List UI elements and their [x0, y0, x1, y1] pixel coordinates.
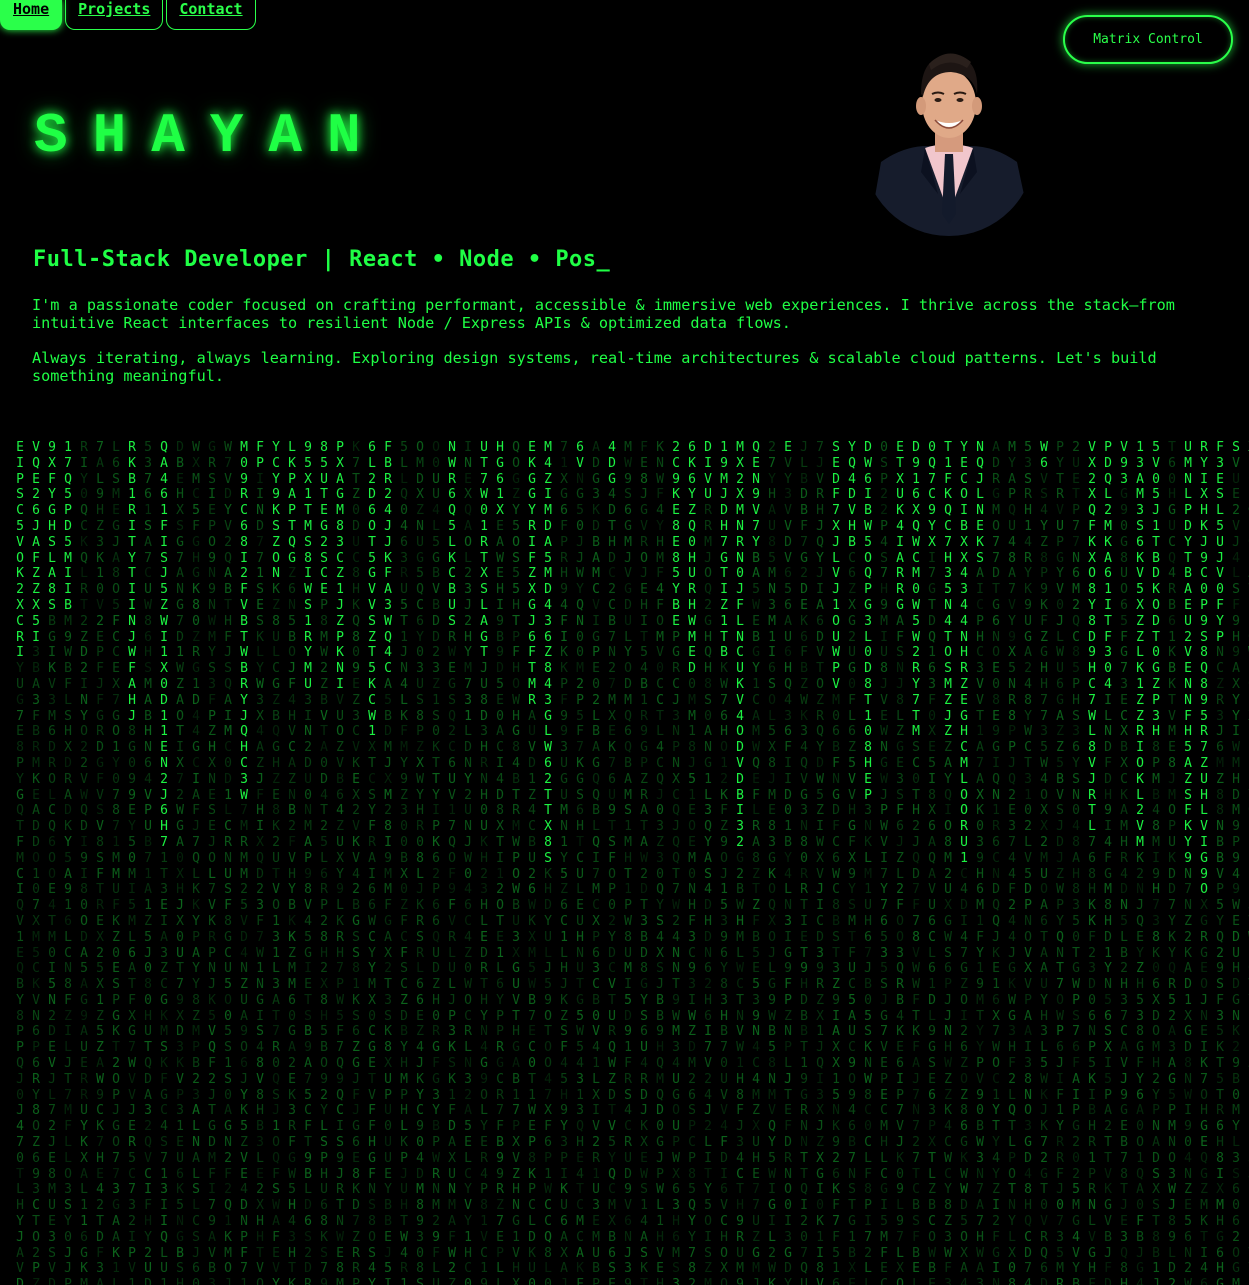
- rain-column: VQE26JAFZZX5I3BA3FBRMKEADDO107XM5CKVN6P6…: [32, 440, 40, 1285]
- rain-column: UT7W01RTXSLAGTJU8D3HRNH0UKH23HLEDRTHYN4G…: [480, 440, 488, 1285]
- rain-column: MX2XMNRN0JFLNCUKV4ODVDBI32G2BWHMLWCTNVW1…: [736, 440, 744, 1285]
- rain-column: MW9S6GMJVGDULYODMQ6QBAMS1MHT1PW8UMI5D91F…: [624, 440, 632, 1285]
- hero-headline: Full-Stack Developer | React • Node • Po…: [33, 247, 611, 272]
- rain-column: 7AL9HZ3K10V2EPFJFGRDGFVSV8SFTREX25X1Z5ZA…: [96, 440, 104, 1285]
- rain-column: ADG3KDBAMCVIGPE02LBAGQQBLQI7MCXP63CB0V41…: [592, 440, 600, 1285]
- rain-column: 5V05J1TBDKODT0GZP3H8PMB48MI9H738K06XDOMH…: [1152, 440, 1160, 1285]
- rain-column: M4ZIMDA5MD436Z843GLW62TTX8SKHDYULJ59OTOO…: [544, 440, 552, 1285]
- rain-column: 0Q7C9YXI7GTDQ163F0XE5I8X6AQAVU6CL61DL9GS…: [928, 440, 936, 1285]
- rain-column: NWR6Q5LKCBUSRWEGSQ2C6UV17QOF9FVRLULJP3KS…: [448, 440, 456, 1285]
- rain-column: VX2XQFKXO8Y8D9HC7WL8VJRTL768HKKF23D06NP5…: [1088, 440, 1096, 1285]
- rain-column: 0SP22P4S7H9MIU8JVEWNGWJPWVI7Y76535SJG7VE…: [880, 440, 888, 1285]
- rain-column: LKPAPTQGZ6N5BOJF4HVCAZNB2FVHYBKKZMM60GA2…: [288, 440, 296, 1285]
- rain-column: X26SOHQUAVFEQW5QLX5U0CYQN9HD5JVW8GVYIDZA…: [1244, 440, 1249, 1285]
- rain-column: OMDXZNUG5QC6Y03US8PZXWYHR08LJKRSRL66EZ4J…: [416, 440, 424, 1285]
- hero-bio: I'm a passionate coder focused on crafti…: [32, 296, 1240, 402]
- rain-column: PXAGM83CZ1JZPKNIVUOZVB64ZUXY9LKRH7PW5F7Q…: [336, 440, 344, 1285]
- rain-column: ADRGMO77DTG6NOE08E9GIQN1R6CNDQQJKE16X7WO…: [992, 440, 1000, 1285]
- profile-avatar: [863, 44, 1036, 237]
- rain-column: K7TZ0DUC8HKQ809EZ3CVKEX2VKV42BGSS81KS6ZG…: [352, 440, 360, 1285]
- rain-column: 19MJDH7GTIZ1TBKW76HO12KFZ9OJ15396Y83HB70…: [720, 440, 728, 1285]
- rain-column: 9XFYGHSLA8SBGIKV3M6DROLCQ6OOE4TM0I5N2DEV…: [48, 440, 56, 1285]
- rain-column: YECOIBXX4344NHRZEGHCMLOORU1C4DI47GZOI26Z…: [960, 440, 968, 1285]
- bio-paragraph: Always iterating, always learning. Explo…: [32, 349, 1157, 385]
- rain-column: DBEHXSG7ANG7D1WZAOTIX72WGA0XHJX0UT79XD3K…: [176, 440, 184, 1285]
- rain-column: YQ4DVHBC6ZXG2UG0FL6Z5VVHGFX9YSMTFUC5AUC9…: [848, 440, 856, 1285]
- rain-column: 2C9KE8E85YBEPGRCJ3NPNXCQJQQT7W24NNT9WM34…: [672, 440, 680, 1285]
- nav-home-link[interactable]: Home: [0, 0, 63, 30]
- rain-column: W7VDYV2QABTHFJSQAIMC0D1LCRNUSF8GCU5O05S1…: [224, 440, 232, 1285]
- rain-column: 27YHAU85MN3M1I6SOL5X8JME83GKOQXOJLG9WB58…: [768, 440, 776, 1285]
- rain-column: FE8JGVROJEHIT54B1R9GPZRATAW2DT3BD8GYS6U4…: [640, 440, 648, 1285]
- nav-projects-link[interactable]: Projects: [65, 0, 164, 30]
- nav-contact-link[interactable]: Contact: [166, 0, 256, 30]
- rain-column: 13AM3S6KV5XZZLK1ZZRIOKL2VMK2NJQEYZH538GF…: [1136, 440, 1144, 1285]
- rain-column: 17Q5PD5MIIBM9WBFLSHXDRADKY5A916LCN8FZILJ…: [64, 440, 72, 1285]
- rain-column: V93G90G8UO65FG73ECXBXCKAMHR4DN5LB2H37CAV…: [1120, 440, 1128, 1285]
- rain-column: JLBDBF7G2DEK6FBZWK34QVG3N80RRTIET9HDBBT1…: [800, 440, 808, 1285]
- rain-column: 53761SA7CUW86HSMABHN64VPUB71A1Z5J080HUTQ…: [144, 440, 152, 1285]
- rain-column: T60HGUCQ4RB61KBKTVME8JMOPUKDD7YKYQR52A3A…: [1168, 440, 1176, 1285]
- rain-column: KNWF4YHMF4FOMV0CCTL4CQJ03Z30QYS4XSJBB9HQ…: [656, 440, 664, 1285]
- rain-column: 53SRH14RYK9UGA248YWCT3102LV5DPNOVXVPAAI3…: [1024, 440, 1032, 1285]
- rain-column: QA461FISJ5ZWI1X0D11EN2J6H71T3EIA3ZCGKMSK…: [160, 440, 168, 1285]
- rain-column: DW6IBW5OQPG3L0D8T108HEP3NKLM1UH67JB05SKN…: [864, 440, 872, 1285]
- rain-column: MYAPQU48A7VY9X5NR8PPJQ2E3744F244JGKWG3HF…: [1008, 440, 1016, 1285]
- rain-column: D916XQWCM0W5W2RY7TMSC0TH2JQD7F78VWWFTKFA…: [912, 440, 920, 1285]
- rain-column: RIY0QCKQLRT2ZD2INYO22VWQDI9I80ODA5AG9AUE…: [80, 440, 88, 1285]
- rain-column: 85UTEG2SCEP8MW2ZBVTA0D4T25L6RP28H2X8H5BO…: [320, 440, 328, 1285]
- bio-paragraph: I'm a passionate coder focused on crafti…: [32, 296, 1175, 332]
- rain-column: EVY3VVDV656AU6HQ436FIID01BY4LN3IG9FPZNPL…: [784, 440, 792, 1285]
- rain-column: YCY9KSZONKZ8ULCGZBQGHZE8K2UTVO131L3AT7R0…: [272, 440, 280, 1285]
- rain-column: 6VNG50JJWYQN00M2P5F7KGS6HTCULEUHNUTG5W54…: [576, 440, 584, 1285]
- rain-column: QEN9V7YBA5WEBGY1CAMWQEFLRA8ZTZFB5E539N4C…: [752, 440, 760, 1285]
- rain-column: SEDF7XJLVJ1OUWPVM06BFNGDFC6WC8BST3Z9IAXX…: [832, 440, 840, 1285]
- rain-column: T1FKQC7H35N4TOSMZJZZAYQIO8M2UXGWS6PJJNHW…: [944, 440, 952, 1285]
- rain-column: 5LLQ0463RU5T1JN4LKFMY9Z300BX0ZFCFSCZDBYH…: [400, 440, 408, 1285]
- rain-column: WXMC5FGHGK80ZRG1D44GCIAFJ7QLKKYPAYY8ZMPB…: [192, 440, 200, 1285]
- rain-column: F3ESL5UJV0FYPNCZR3J6MZ88NBBVP5YQ29SF35KT…: [1216, 440, 1224, 1285]
- rain-column: L6SMEGJA8O5FCCEX7GO1Y07871MMUFKZ0ESPGKT2…: [112, 440, 120, 1285]
- rain-column: UMNLPDYTBAEU2VENNFH5AZSFKY9N7NZ2KAD1XGD8…: [1184, 440, 1192, 1285]
- rain-column: RKB1RITYTIINJWFAHJ8G099EY50MI5ML6ATFXG7W…: [128, 440, 136, 1285]
- rain-column: SVUE2VJ4LSF9H9AXYYIWMHDM9P949WEDUHDGNK29…: [1232, 440, 1240, 1285]
- rain-column: M09RC68I2FVBTWBRYJQHC3W7MRMM25VD4NZUA9O6…: [240, 440, 248, 1285]
- rain-column: FPIIND771SESKLYW3X4AZJFHIXQD23F7W1NGIS48…: [256, 440, 264, 1285]
- rain-column: QOGZY5OS55HTPFHOWHG84BTRMWPOWBU3XGUVTHGA…: [512, 440, 520, 1285]
- rain-column: W6VS4YZ8P9KFZGHH7735W4OXX2MUOA6TAAUYH3L5…: [1040, 440, 1048, 1285]
- rain-column: PDQL2MKA61ITF304ILNDFDH9I4FGM8HD1YN56SXI…: [1104, 440, 1112, 1285]
- rain-column: 95X1TMS8IWS1RYMU3IN2DU0NMAP98V45GIETSB9A…: [304, 440, 312, 1285]
- rain-column: HG61XEAWEHI9B9D5E0ACI4D8XTI12OTE1L6YPPRG…: [496, 440, 504, 1285]
- rain-column: O0UU4L5GBVBDD23Z1S0KTTYIPK62P66QUDZH0RGF…: [432, 440, 440, 1285]
- rain-column: 4DG4DTHDC2CB7N27MXEK76U9TSFOP02YDCVTURQW…: [608, 440, 616, 1285]
- rain-column: PYTRVUPGYV0JLWU6GAZZ5BVSJDJZWPYQNT7OWP6J…: [1056, 440, 1064, 1285]
- rain-column: NQJLNEKSAICPHC3VVT1A7AXK039H6M1FY19MTYYP…: [976, 440, 984, 1285]
- top-nav: Home Projects Contact: [0, 0, 256, 30]
- rain-column: 2UETP77N6M2QC85PHS36YSN048AH8350TGWPS76F…: [1072, 440, 1080, 1285]
- rain-column: 6L2D6OT5GVVSZT5KCW1XTCSYFRAI66WCYYMX0CGE…: [368, 440, 376, 1285]
- matrix-control-button[interactable]: Matrix Control: [1063, 15, 1233, 64]
- rain-column: EKGGYRIFZXGJ6FTMRAUVD1Z4CBU26WKXM5WB7EC0…: [528, 440, 536, 1285]
- hero-name: SHAYAN: [34, 104, 386, 168]
- rain-column: ETXUK4IARRGAFSNJ8LZGE3SF6JZL2FOO3QRB4KE6…: [896, 440, 904, 1285]
- matrix-rain-background: EIPSC5VOK2XCRIYUG7E8PYGQTFMCIQV1EQBY8PPQ…: [0, 430, 1249, 1285]
- rain-column: 6K6YZQ0HURHWMED0MM18J51EOEM0NHF3C93IWZDM…: [688, 440, 696, 1285]
- rain-column: EIPSC5VOK2XCRIYUG7E8PYGQTFMCIQV1EQBY8PPQ…: [16, 440, 24, 1285]
- rain-column: 71XG6FPRH94FIKKPF993UGUMN1Y5Z6C1LHJKZSF4…: [560, 440, 568, 1285]
- rain-column: DIVURRMJOQ2GHQH8S0ANG1L3QYAS4DHDN62H6I7V…: [704, 440, 712, 1285]
- rain-column: INEXQAOL23J2HYM731LDNY2UNJW046C4Z0WOCRLN…: [464, 440, 472, 1285]
- rain-column: FBR24JJKFA3WQ4CA5BDMJXM28I9MMFGAX2T3SK8X…: [384, 440, 392, 1285]
- rain-column: GRSIEPO9N9NWMYS3FPZHXNESEJOL7VKRPNJK5VQF…: [208, 440, 216, 1285]
- rain-column: 7JVRHJQYJIA6DVTOZRQYDW5ZIWXVJICD39RZX1JQ…: [816, 440, 824, 1285]
- rain-column: RYIXHKJ9C0P9S8Q895R7ZUHLVIG9OXGRGEOJNEIK…: [1200, 440, 1208, 1285]
- page: EIPSC5VOK2XCRIYUG7E8PYGQTFMCIQV1EQBY8PPQ…: [0, 0, 1249, 1285]
